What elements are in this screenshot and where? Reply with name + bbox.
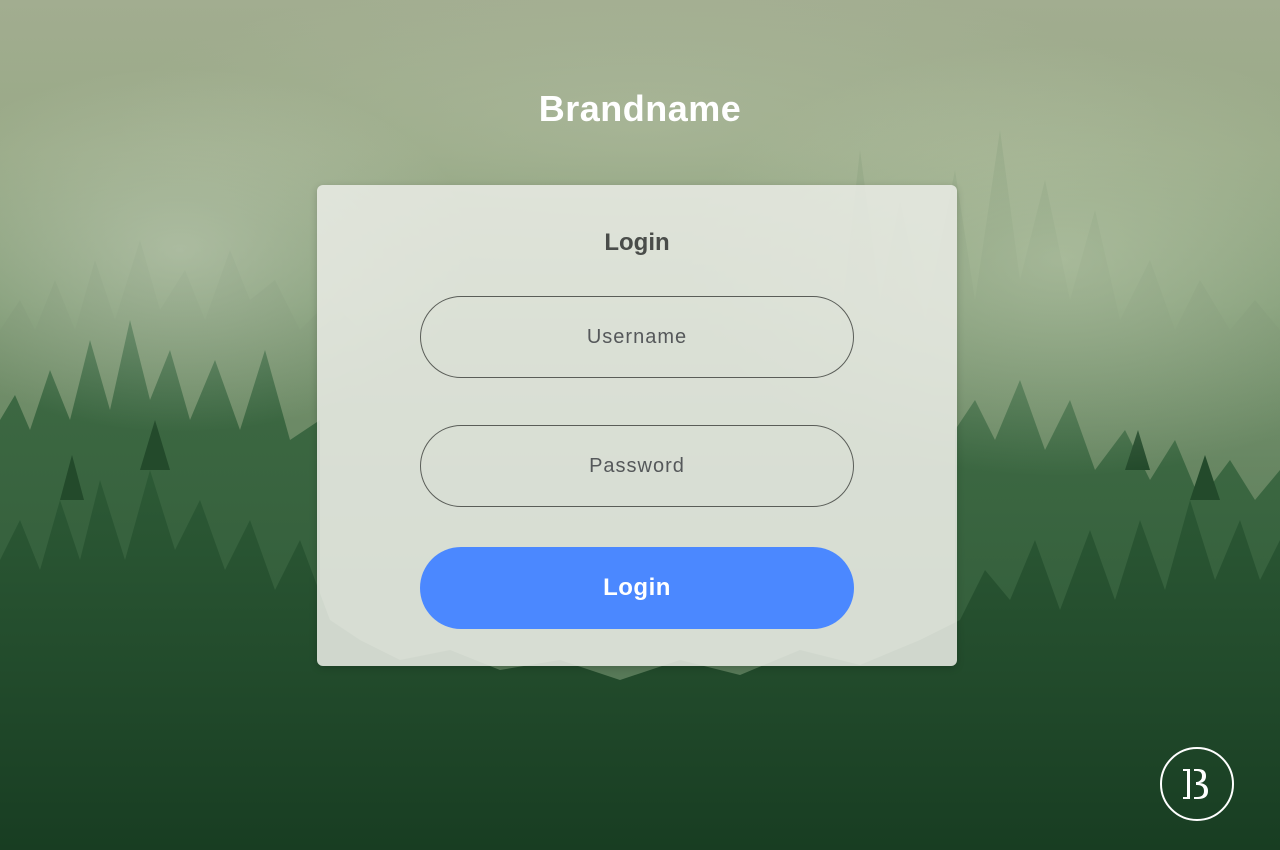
password-input[interactable] (420, 425, 854, 507)
login-button[interactable]: Login (420, 547, 854, 629)
login-card-title: Login (604, 229, 670, 256)
brand-title: Brandname (538, 88, 742, 129)
login-page: Brandname Login Login (0, 0, 1280, 850)
brand-logo-badge[interactable] (1160, 747, 1234, 821)
username-input[interactable] (420, 296, 854, 378)
login-card: Login Login (317, 185, 957, 666)
brand-b-logo-icon (1183, 769, 1208, 799)
